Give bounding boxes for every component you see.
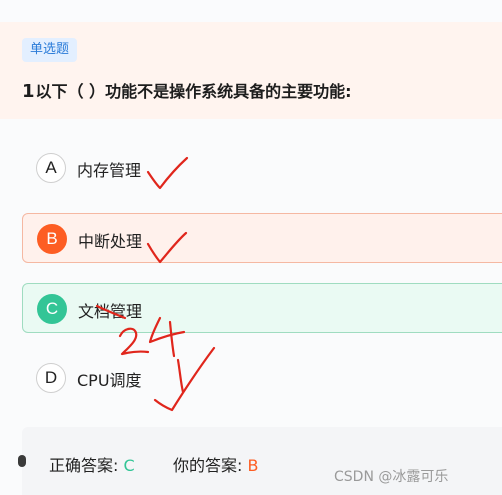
option-a-text: 内存管理 <box>77 161 142 180</box>
option-d-letter: D <box>36 363 66 393</box>
option-a[interactable]: A 内存管理 <box>22 143 502 193</box>
option-b-text: 中断处理 <box>78 232 143 251</box>
correct-answer-value: C <box>123 456 135 475</box>
correct-answer: 正确答案: C <box>49 452 135 476</box>
option-c[interactable]: C 文档管理 <box>22 283 502 333</box>
question-header: 单选题 1以下（ ）功能不是操作系统具备的主要功能: <box>0 22 502 119</box>
option-d[interactable]: D CPU调度 <box>22 353 502 403</box>
top-strip <box>0 0 502 22</box>
question-type-tag: 单选题 <box>22 38 78 62</box>
your-answer-label: 你的答案: <box>173 456 243 475</box>
option-a-letter: A <box>36 153 66 183</box>
your-answer-value: B <box>247 456 259 475</box>
option-b[interactable]: B 中断处理 <box>22 213 502 263</box>
correct-answer-label: 正确答案: <box>49 456 119 475</box>
watermark: CSDN @冰露可乐 <box>334 469 449 485</box>
your-answer: 你的答案: B <box>173 452 258 476</box>
bullet-dot <box>18 455 26 467</box>
question-text: 以下（ ）功能不是操作系统具备的主要功能: <box>35 82 352 101</box>
option-d-text: CPU调度 <box>77 371 142 390</box>
question-number: 1 <box>22 81 35 102</box>
question-title: 1以下（ ）功能不是操作系统具备的主要功能: <box>22 78 352 102</box>
option-c-letter: C <box>37 294 67 324</box>
option-c-text: 文档管理 <box>78 302 143 321</box>
option-b-letter: B <box>37 224 67 254</box>
